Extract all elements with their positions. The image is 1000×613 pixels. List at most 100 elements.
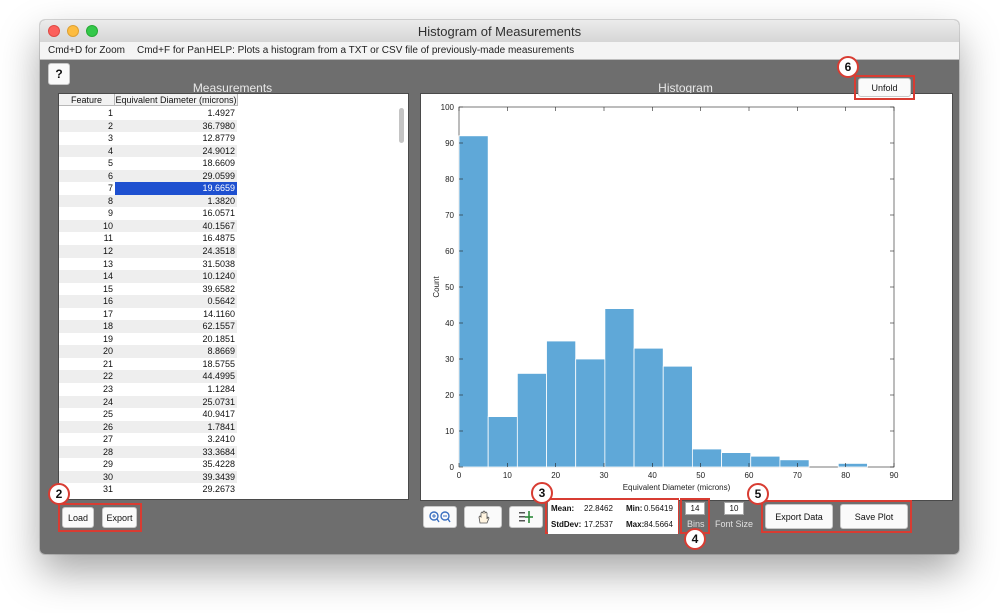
feature-cell[interactable]: 8 [59,195,115,208]
table-row[interactable]: 25 40.9417 [59,408,237,421]
table-row[interactable]: 28 33.3684 [59,445,237,459]
diameter-cell[interactable]: 36.7980 [115,120,237,133]
diameter-cell[interactable]: 29.2673 [115,483,237,496]
diameter-cell[interactable]: 10.1240 [115,270,237,283]
feature-cell[interactable]: 24 [59,396,115,409]
diameter-cell[interactable]: 12.8779 [115,132,237,145]
diameter-cell[interactable]: 18.5755 [115,358,237,371]
table-row[interactable]: 4 24.9012 [59,144,237,158]
diameter-cell[interactable]: 18.6609 [115,157,237,170]
diameter-cell[interactable]: 24.9012 [115,145,237,158]
bins-input[interactable]: 14 [685,502,705,515]
diameter-cell[interactable]: 44.4995 [115,370,237,383]
diameter-cell[interactable]: 3.2410 [115,433,237,446]
feature-cell[interactable]: 18 [59,320,115,333]
table-row[interactable]: 6 29.0599 [59,169,237,183]
diameter-cell[interactable]: 33.3684 [115,446,237,459]
table-row[interactable]: 3 12.8779 [59,132,237,145]
feature-cell[interactable]: 17 [59,308,115,321]
table-row[interactable]: 13 31.5038 [59,258,237,271]
table-row[interactable]: 26 1.7841 [59,420,237,434]
diameter-cell[interactable]: 39.3439 [115,471,237,484]
histogram-panel[interactable]: 0 10 20 30 40 50 60 70 80 90 0 10 20 30 40 50 60 70 80 90 10… [420,93,953,501]
feature-cell[interactable]: 21 [59,358,115,371]
diameter-cell[interactable]: 20.1851 [115,333,237,346]
diameter-cell[interactable]: 40.9417 [115,408,237,421]
feature-cell[interactable]: 7 [59,182,115,195]
diameter-cell[interactable]: 8.8669 [115,345,237,358]
table-row[interactable]: 5 18.6609 [59,157,237,170]
table-row[interactable]: 10 40.1567 [59,219,237,233]
table-row[interactable]: 8 1.3820 [59,194,237,208]
export-data-button[interactable]: Export Data [765,504,833,529]
diameter-cell[interactable]: 1.3820 [115,195,237,208]
feature-cell[interactable]: 2 [59,120,115,133]
table-row[interactable]: 29 35.4228 [59,458,237,471]
diameter-cell[interactable]: 1.7841 [115,421,237,434]
diameter-cell[interactable]: 24.3518 [115,245,237,258]
table-row[interactable]: 14 10.1240 [59,270,237,283]
feature-cell[interactable]: 12 [59,245,115,258]
feature-cell[interactable]: 4 [59,145,115,158]
table-row[interactable]: 9 16.0571 [59,207,237,220]
feature-cell[interactable]: 23 [59,383,115,396]
table-row[interactable]: 18 62.1557 [59,320,237,333]
table-row[interactable]: 1 1.4927 [59,107,237,120]
table-row[interactable]: 2 36.7980 [59,119,237,133]
feature-cell[interactable]: 22 [59,370,115,383]
export-button[interactable]: Export [102,507,137,528]
histogram-chart[interactable]: 0 10 20 30 40 50 60 70 80 90 0 10 20 30 40 50 60 70 80 90 10… [421,94,952,500]
diameter-cell[interactable]: 1.4927 [115,107,237,120]
feature-cell[interactable]: 9 [59,207,115,220]
table-row[interactable]: 27 3.2410 [59,433,237,446]
feature-cell[interactable]: 26 [59,421,115,434]
diameter-cell[interactable]: 0.5642 [115,295,237,308]
diameter-cell[interactable]: 19.6659 [115,182,237,195]
diameter-cell[interactable]: 35.4228 [115,458,237,471]
diameter-cell[interactable]: 1.1284 [115,383,237,396]
table-row[interactable]: 19 20.1851 [59,333,237,346]
diameter-cell[interactable]: 16.0571 [115,207,237,220]
feature-cell[interactable]: 13 [59,258,115,271]
column-header-feature[interactable]: Feature [59,94,115,106]
diameter-cell[interactable]: 25.0731 [115,396,237,409]
feature-cell[interactable]: 27 [59,433,115,446]
unfold-button[interactable]: Unfold [858,78,911,97]
feature-cell[interactable]: 19 [59,333,115,346]
feature-cell[interactable]: 1 [59,107,115,120]
feature-cell[interactable]: 28 [59,446,115,459]
zoom-button[interactable] [423,506,457,528]
feature-cell[interactable]: 10 [59,220,115,233]
feature-cell[interactable]: 11 [59,232,115,245]
table-row[interactable]: 24 25.0731 [59,395,237,409]
feature-cell[interactable]: 6 [59,170,115,183]
table-row[interactable]: 30 39.3439 [59,470,237,484]
font-size-input[interactable]: 10 [724,502,744,515]
pan-button[interactable] [464,506,502,528]
table-row[interactable]: 17 14.1160 [59,308,237,321]
diameter-cell[interactable]: 14.1160 [115,308,237,321]
table-row[interactable]: 21 18.5755 [59,358,237,371]
table-row[interactable]: 31 29.2673 [59,483,237,496]
diameter-cell[interactable]: 39.6582 [115,283,237,296]
data-cursor-button[interactable] [509,506,543,528]
diameter-cell[interactable]: 31.5038 [115,258,237,271]
table-row[interactable]: 15 39.6582 [59,283,237,296]
diameter-cell[interactable]: 62.1557 [115,320,237,333]
feature-cell[interactable]: 14 [59,270,115,283]
diameter-cell[interactable]: 16.4875 [115,232,237,245]
feature-cell[interactable]: 25 [59,408,115,421]
feature-cell[interactable]: 30 [59,471,115,484]
table-scrollbar[interactable] [399,108,404,143]
feature-cell[interactable]: 3 [59,132,115,145]
table-row[interactable]: 11 16.4875 [59,232,237,245]
table-row[interactable]: 7 19.6659 [59,182,237,195]
load-button[interactable]: Load [62,507,94,528]
table-row[interactable]: 20 8.8669 [59,345,237,358]
table-row[interactable]: 16 0.5642 [59,295,237,308]
table-row[interactable]: 22 44.4995 [59,370,237,384]
table-row[interactable]: 23 1.1284 [59,383,237,396]
feature-cell[interactable]: 16 [59,295,115,308]
feature-cell[interactable]: 5 [59,157,115,170]
save-plot-button[interactable]: Save Plot [840,504,908,529]
